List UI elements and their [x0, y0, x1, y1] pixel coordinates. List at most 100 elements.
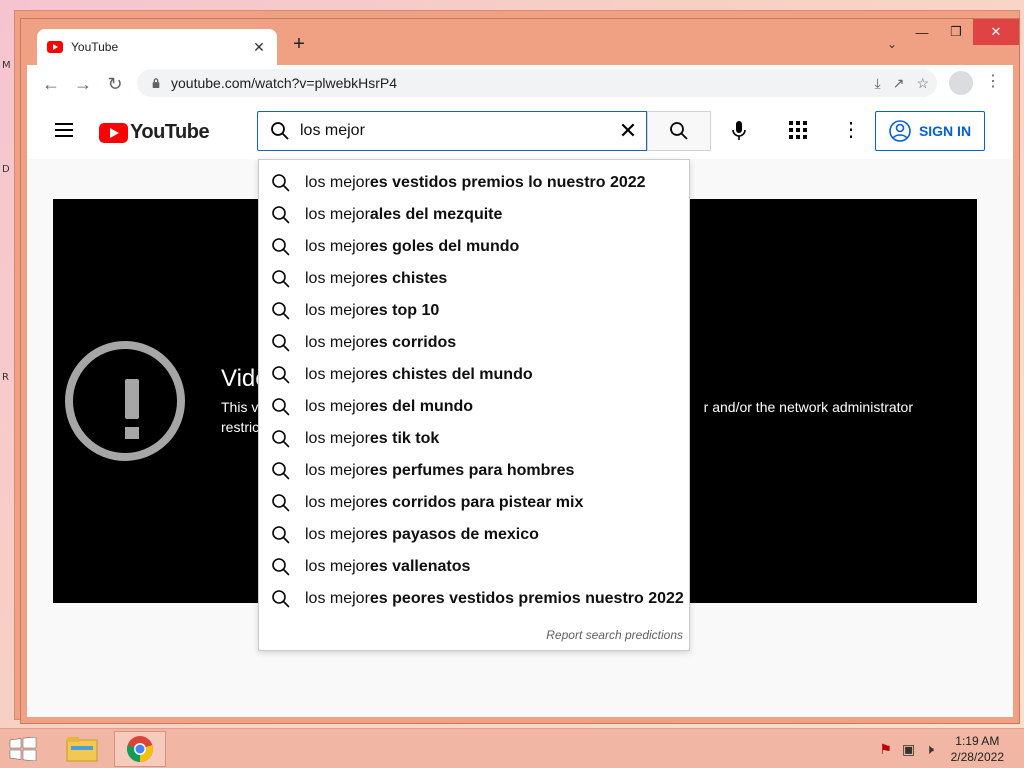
new-tab-button[interactable]: +	[289, 33, 309, 56]
apps-grid-icon[interactable]	[789, 121, 807, 139]
suggestion-item[interactable]: los mejor es corridos	[259, 327, 689, 359]
suggestion-prefix: los mejor	[305, 494, 370, 511]
error-exclamation-icon	[65, 341, 185, 461]
url-text: youtube.com/watch?v=plwebkHsrP4	[171, 75, 398, 91]
bookmark-star-icon[interactable]: ☆	[916, 75, 929, 92]
search-icon	[670, 122, 688, 140]
youtube-logo[interactable]: YouTube	[99, 121, 210, 144]
reload-icon[interactable]: ↻	[99, 68, 131, 100]
suggestion-item[interactable]: los mejor es top 10	[259, 295, 689, 327]
suggestion-prefix: los mejor	[305, 526, 370, 543]
tab-title: YouTube	[71, 40, 119, 54]
search-suggestions-dropdown: los mejor es vestidos premios lo nuestro …	[258, 159, 690, 651]
page-content: YouTube los mejor ✕ ⋮ SIGN IN Vide This …	[27, 103, 1013, 717]
file-explorer-taskbar-button[interactable]	[56, 731, 108, 767]
suggestion-prefix: los mejor	[305, 270, 370, 287]
chrome-taskbar-button[interactable]	[114, 731, 166, 767]
suggestion-item[interactable]: los mejor es goles del mundo	[259, 231, 689, 263]
suggestion-completion: es peores vestidos premios nuestro 2022	[369, 590, 684, 607]
suggestion-item[interactable]: los mejor es del mundo	[259, 391, 689, 423]
suggestion-list: los mejor es vestidos premios lo nuestro …	[259, 167, 689, 615]
youtube-play-icon	[99, 122, 128, 143]
clear-search-icon[interactable]: ✕	[610, 118, 646, 144]
address-bar[interactable]: youtube.com/watch?v=plwebkHsrP4 ⤓ ↗ ☆	[137, 69, 937, 97]
system-tray: ⚑ ▣ 🕨	[879, 741, 934, 758]
browser-toolbar: ← → ↻ youtube.com/watch?v=plwebkHsrP4 ⤓ …	[27, 65, 1013, 103]
youtube-favicon-icon	[47, 41, 63, 53]
search-icon	[272, 366, 290, 384]
browser-window: — ❐ ✕ YouTube ✕ + ⌄ ← → ↻ youtube.com/wa…	[20, 18, 1020, 724]
search-icon	[272, 462, 290, 480]
suggestion-prefix: los mejor	[305, 398, 370, 415]
video-error-line1-start: This v	[221, 399, 259, 415]
suggestion-item[interactable]: los mejor es peores vestidos premios nues…	[259, 583, 689, 615]
suggestion-prefix: los mejor	[305, 366, 370, 383]
search-input-value: los mejor	[300, 122, 365, 139]
suggestion-prefix: los mejor	[305, 302, 370, 319]
search-icon	[272, 558, 290, 576]
search-icon	[272, 494, 290, 512]
suggestion-prefix: los mejor	[305, 590, 370, 607]
network-icon[interactable]: ▣	[902, 741, 915, 758]
volume-muted-icon[interactable]: 🕨	[925, 741, 934, 758]
more-options-icon[interactable]: ⋮	[841, 117, 861, 142]
suggestion-item[interactable]: los mejor es payasos de mexico	[259, 519, 689, 551]
share-icon[interactable]: ↗	[893, 75, 905, 92]
windows-start-icon[interactable]	[8, 737, 38, 761]
report-predictions-link[interactable]: Report search predictions	[546, 628, 683, 642]
video-error-line1-end: r and/or the network administrator	[703, 399, 913, 415]
suggestion-item[interactable]: los mejor ales del mezquite	[259, 199, 689, 231]
suggestion-item[interactable]: los mejor es chistes del mundo	[259, 359, 689, 391]
suggestion-prefix: los mejor	[305, 174, 370, 191]
search-icon	[272, 590, 290, 608]
tab-youtube[interactable]: YouTube ✕	[37, 29, 277, 65]
suggestion-completion: es chistes	[369, 270, 448, 287]
sign-in-button[interactable]: SIGN IN	[875, 111, 985, 151]
search-icon	[272, 174, 290, 192]
omnibox-actions: ⤓ ↗ ☆	[875, 75, 930, 92]
suggestion-prefix: los mejor	[305, 558, 370, 575]
hamburger-menu-icon[interactable]	[55, 123, 73, 137]
back-arrow-icon[interactable]: ←	[35, 68, 67, 100]
desktop-icon-fragment[interactable]: R	[2, 372, 9, 383]
suggestion-completion: es del mundo	[369, 398, 474, 415]
suggestion-item[interactable]: los mejor es vestidos premios lo nuestro …	[259, 167, 689, 199]
search-button[interactable]	[647, 111, 711, 151]
suggestion-item[interactable]: los mejor es perfumes para hombres	[259, 455, 689, 487]
minimize-button[interactable]: —	[905, 19, 939, 45]
close-window-button[interactable]: ✕	[973, 19, 1019, 45]
clock-date: 2/28/2022	[950, 750, 1004, 764]
tab-close-icon[interactable]: ✕	[251, 39, 267, 56]
suggestion-item[interactable]: los mejor es corridos para pistear mix	[259, 487, 689, 519]
window-controls: — ❐ ✕	[905, 19, 1019, 45]
install-icon[interactable]: ⤓	[875, 75, 881, 92]
suggestion-completion: es top 10	[369, 302, 440, 319]
tab-search-chevron-icon[interactable]: ⌄	[887, 37, 897, 51]
action-center-flag-icon[interactable]: ⚑	[879, 741, 892, 758]
suggestion-item[interactable]: los mejor es chistes	[259, 263, 689, 295]
voice-search-button[interactable]	[721, 113, 757, 149]
search-icon	[272, 270, 290, 288]
search-input[interactable]: los mejor ✕	[257, 111, 647, 151]
suggestion-completion: ales del mezquite	[369, 206, 503, 223]
suggestion-completion: es corridos para pistear mix	[369, 494, 584, 511]
suggestion-completion: es goles del mundo	[369, 238, 520, 255]
forward-arrow-icon[interactable]: →	[67, 68, 99, 100]
search-icon	[272, 302, 290, 320]
account-circle-icon	[889, 120, 911, 142]
search-icon	[272, 238, 290, 256]
suggestion-prefix: los mejor	[305, 206, 370, 223]
desktop-icon-fragment[interactable]: D	[2, 164, 10, 175]
suggestion-completion: es perfumes para hombres	[369, 462, 575, 479]
system-clock[interactable]: 1:19 AM 2/28/2022	[951, 733, 1004, 765]
lock-icon	[152, 78, 160, 88]
browser-menu-icon[interactable]: ⋮	[985, 71, 1001, 91]
suggestion-item[interactable]: los mejor es vallenatos	[259, 551, 689, 583]
restore-button[interactable]: ❐	[939, 19, 973, 45]
search-icon	[271, 122, 289, 140]
folder-icon	[66, 737, 98, 762]
desktop-icon-fragment[interactable]: M	[2, 60, 11, 71]
profile-avatar-icon[interactable]	[949, 71, 973, 95]
suggestion-item[interactable]: los mejor es tik tok	[259, 423, 689, 455]
suggestion-completion: es chistes del mundo	[369, 366, 533, 383]
